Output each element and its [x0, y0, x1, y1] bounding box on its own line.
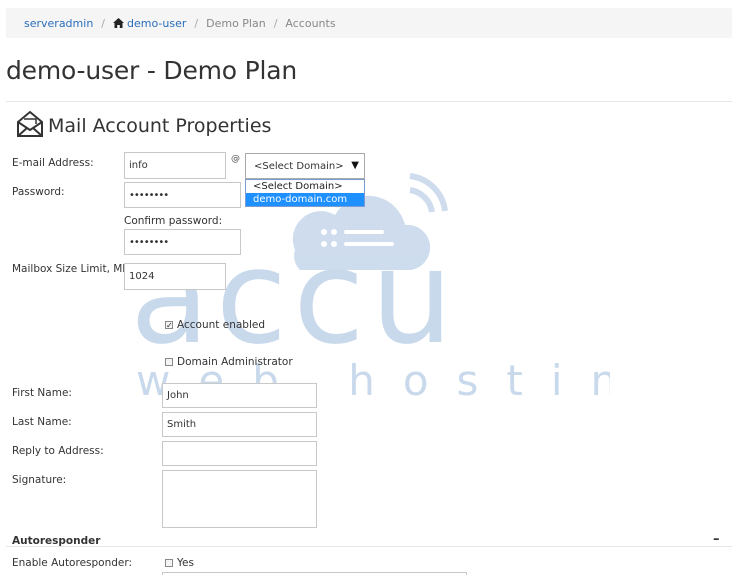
enable-autoresponder-yes-label: Yes [177, 557, 194, 569]
at-sign: @ [231, 154, 240, 164]
email-label: E-mail Address: [12, 157, 94, 169]
email-input[interactable]: info [124, 152, 226, 179]
confirm-password-input[interactable]: •••••••• [124, 229, 241, 255]
confirm-password-label: Confirm password: [124, 215, 223, 227]
mailbox-size-label: Mailbox Size Limit, MB: [12, 263, 134, 275]
password-label: Password: [12, 186, 65, 198]
domain-admin-checkbox[interactable] [165, 358, 173, 366]
autoresponder-divider [6, 546, 732, 547]
reply-to-input[interactable] [162, 441, 317, 466]
password-input[interactable]: •••••••• [124, 182, 241, 208]
domain-admin-label: Domain Administrator [177, 356, 293, 368]
dropdown-arrow-icon: ▼ [351, 160, 359, 171]
home-icon[interactable] [113, 18, 125, 28]
section-title: Mail Account Properties [48, 115, 272, 137]
breadcrumb: serveradmin / demo-user / Demo Plan / Ac… [6, 8, 732, 38]
account-enabled-label: Account enabled [177, 319, 265, 331]
domain-select-value: <Select Domain> [254, 160, 344, 172]
account-enabled-checkbox[interactable]: ✓ [165, 321, 173, 330]
breadcrumb-separator: / [273, 16, 278, 30]
first-name-label: First Name: [12, 387, 72, 399]
breadcrumb-demo-plan: Demo Plan [206, 16, 266, 30]
page-title: demo-user - Demo Plan [6, 56, 298, 85]
autoresponder-collapse-button[interactable]: – [713, 532, 720, 547]
mailbox-size-input[interactable]: 1024 [124, 263, 226, 290]
domain-option[interactable]: <Select Domain> [246, 180, 364, 193]
enable-autoresponder-label: Enable Autoresponder: [12, 557, 133, 569]
breadcrumb-serveradmin[interactable]: serveradmin [24, 17, 93, 30]
breadcrumb-accounts: Accounts [285, 16, 336, 30]
domain-dropdown-list[interactable]: <Select Domain> demo-domain.com [245, 179, 365, 207]
last-name-label: Last Name: [12, 416, 72, 428]
breadcrumb-separator: / [101, 16, 106, 30]
signature-label: Signature: [12, 474, 67, 486]
domain-option-selected[interactable]: demo-domain.com [246, 193, 364, 206]
breadcrumb-separator: / [194, 16, 199, 30]
enable-autoresponder-checkbox[interactable] [165, 559, 173, 567]
breadcrumb-demo-user[interactable]: demo-user [127, 17, 186, 30]
reply-to-label: Reply to Address: [12, 445, 104, 457]
first-name-input[interactable]: John [162, 383, 317, 408]
title-divider [6, 101, 732, 102]
last-name-input[interactable]: Smith [162, 412, 317, 437]
signature-textarea[interactable] [162, 470, 317, 528]
domain-select[interactable]: <Select Domain> ▼ [245, 153, 365, 179]
envelope-icon [17, 110, 43, 137]
